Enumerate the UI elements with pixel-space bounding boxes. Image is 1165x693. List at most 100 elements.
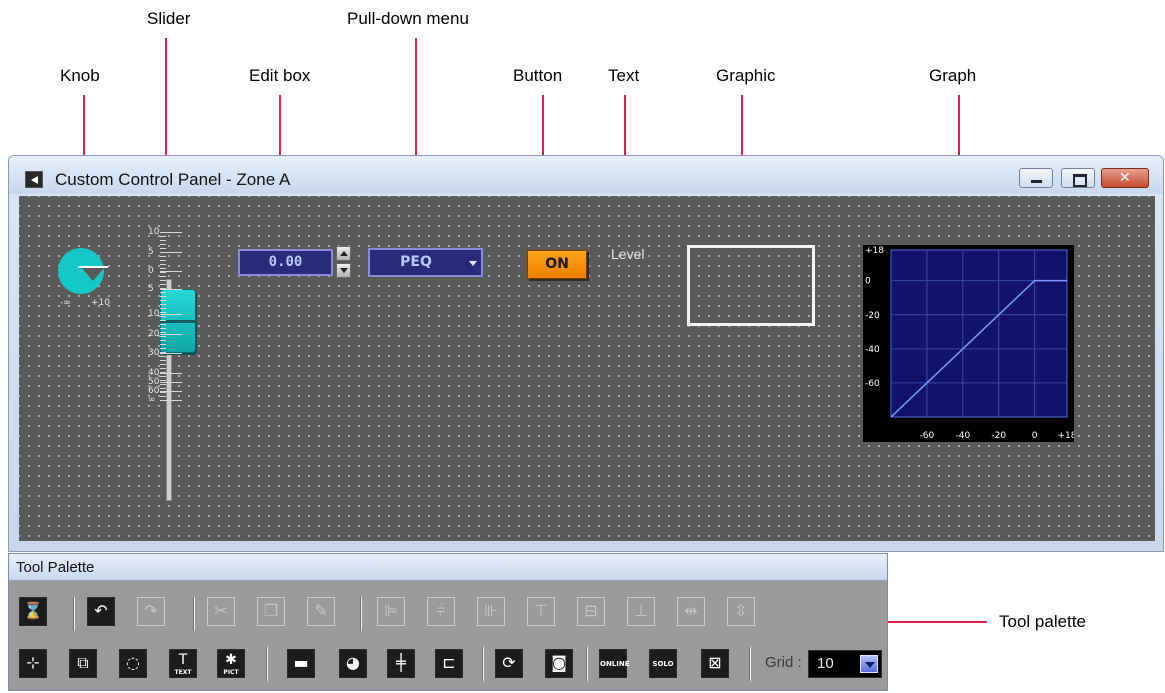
slider-minor-tick — [160, 284, 166, 285]
slider-minor-tick — [160, 324, 166, 325]
window-titlebar[interactable]: Custom Control Panel - Zone A — [9, 156, 1163, 194]
spin-down-icon[interactable] — [336, 263, 351, 278]
fader-tool-glyph: ╪ — [396, 653, 406, 672]
grid-select[interactable]: 10 — [808, 650, 882, 678]
slider-scale-tick — [160, 382, 182, 383]
slider-scale-tick — [160, 334, 182, 335]
close-box-glyph: ⊠ — [708, 653, 722, 672]
tool-palette: Tool Palette Grid : 10 ⌛ ↶ ↷ ✂ ❐ ✎ ⊫ ⫩ ⊪ ⊤ ⊟ ⊥ ⇹ ⇳ ⊹ ⧉ ◌… — [8, 553, 888, 691]
group-icon[interactable]: ⧉ — [69, 649, 97, 678]
fader-tool-icon[interactable]: ╪ — [387, 649, 415, 678]
undo-icon[interactable]: ↶ — [87, 597, 115, 626]
slider-minor-tick — [160, 340, 166, 341]
close-box-icon[interactable]: ⊠ — [701, 649, 729, 678]
callout-knob: Knob — [60, 66, 100, 85]
redo-icon[interactable]: ↷ — [137, 597, 165, 626]
snapshot-store-icon[interactable]: ◙ — [545, 649, 573, 678]
align-right-icon[interactable]: ⊪ — [477, 597, 505, 626]
tool-small-label: ONLINE — [600, 660, 630, 668]
graph-x-tick-label: -40 — [955, 431, 970, 441]
pulldown-menu[interactable]: PEQ — [368, 248, 483, 277]
align-center-icon[interactable]: ⫩ — [427, 597, 455, 626]
slider-minor-tick — [160, 372, 166, 373]
callout-graph: Graph — [929, 66, 977, 85]
rectangle-tool-icon[interactable]: ▬ — [287, 649, 315, 678]
lasso-icon[interactable]: ◌ — [119, 649, 147, 678]
copy-icon[interactable]: ❐ — [257, 597, 285, 626]
tool-small-label: PICT — [223, 669, 239, 676]
slider-minor-tick — [160, 384, 166, 385]
link-icon[interactable]: ⊹ — [19, 649, 47, 678]
window-title: Custom Control Panel - Zone A — [55, 170, 291, 189]
graph-y-tick-label: -40 — [865, 345, 880, 355]
solo-button-icon[interactable]: SOLO — [649, 649, 677, 678]
slider-minor-tick — [160, 352, 166, 353]
graph-y-tick-label: 0 — [865, 277, 871, 287]
grid-value: 10 — [817, 655, 834, 672]
paste-glyph: ✎ — [314, 601, 328, 620]
align-left-icon[interactable]: ⊫ — [377, 597, 405, 626]
slider-minor-tick — [160, 332, 166, 333]
space-horizontal-icon[interactable]: ⇹ — [677, 597, 705, 626]
slider-minor-tick — [160, 280, 166, 281]
chevron-down-icon[interactable] — [860, 655, 878, 673]
paste-icon[interactable]: ✎ — [307, 597, 335, 626]
picture-tool-glyph: ✱ — [225, 652, 237, 668]
slider-minor-tick — [160, 288, 166, 289]
callout-text: Text — [608, 66, 640, 85]
slider-minor-tick — [160, 328, 166, 329]
hourglass-icon[interactable]: ⌛ — [19, 597, 47, 626]
link-glyph: ⊹ — [26, 653, 40, 672]
slider-scale-label: 10 — [148, 227, 160, 237]
graph-tool-icon[interactable]: ⊏ — [435, 649, 463, 678]
align-middle-icon[interactable]: ⊟ — [577, 597, 605, 626]
align-left-glyph: ⊫ — [384, 601, 398, 620]
graph-y-tick-label: -20 — [865, 311, 880, 321]
knob-min-label: -∞ — [60, 298, 71, 308]
slider-scale-label: 0 — [148, 266, 154, 276]
space-horizontal-glyph: ⇹ — [684, 601, 698, 620]
close-icon[interactable] — [1101, 168, 1149, 188]
separator — [73, 597, 75, 631]
slider-minor-tick — [160, 232, 166, 233]
graph-control[interactable]: +18 0 -20 -40 -60 -60 -40 -20 0 +18 — [863, 245, 1074, 442]
text-tool-icon[interactable]: T TEXT — [169, 649, 197, 678]
picture-tool-icon[interactable]: ✱ PICT — [217, 649, 245, 678]
separator — [266, 647, 268, 681]
pulldown-selected: PEQ — [400, 254, 432, 270]
tool-small-label: SOLO — [652, 660, 674, 668]
on-button[interactable]: ON — [527, 250, 587, 279]
callout-slider: Slider — [147, 9, 191, 28]
slider-minor-tick — [160, 400, 166, 401]
group-glyph: ⧉ — [77, 653, 89, 672]
space-vertical-icon[interactable]: ⇳ — [727, 597, 755, 626]
tool-palette-titlebar[interactable]: Tool Palette — [9, 554, 887, 581]
undo-glyph: ↶ — [94, 601, 108, 620]
knob-tool-icon[interactable]: ◕ — [339, 649, 367, 678]
slider-minor-tick — [160, 268, 166, 269]
align-bottom-icon[interactable]: ⊥ — [627, 597, 655, 626]
copy-glyph: ❐ — [263, 601, 279, 620]
edit-box[interactable]: 0.00 — [238, 249, 333, 276]
redo-glyph: ↷ — [144, 601, 158, 620]
slider-minor-tick — [160, 392, 166, 393]
maximize-icon[interactable] — [1061, 168, 1095, 188]
graphic-frame[interactable] — [687, 245, 815, 326]
snapshot-recall-icon[interactable]: ⟳ — [495, 649, 523, 678]
cut-glyph: ✂ — [214, 601, 228, 620]
align-top-icon[interactable]: ⊤ — [527, 597, 555, 626]
level-text[interactable]: Level — [611, 246, 644, 262]
minimize-icon[interactable] — [1019, 168, 1053, 188]
tool-small-label: TEXT — [174, 669, 192, 676]
panel-canvas[interactable]: -∞ +10 0.00 PEQ ON Level +18 0 -20 -40 -… — [19, 196, 1155, 541]
slider-minor-tick — [160, 376, 166, 377]
spin-up-icon[interactable] — [336, 246, 351, 261]
slider-minor-tick — [160, 272, 166, 273]
graph-x-tick-label: -20 — [991, 431, 1006, 441]
online-button-icon[interactable]: ONLINE — [599, 649, 630, 678]
cut-icon[interactable]: ✂ — [207, 597, 235, 626]
graph-x-tick-label: +18 — [1058, 431, 1075, 441]
slider-minor-tick — [160, 308, 166, 309]
chevron-down-icon — [469, 261, 477, 266]
tool-palette-title: Tool Palette — [16, 559, 95, 576]
